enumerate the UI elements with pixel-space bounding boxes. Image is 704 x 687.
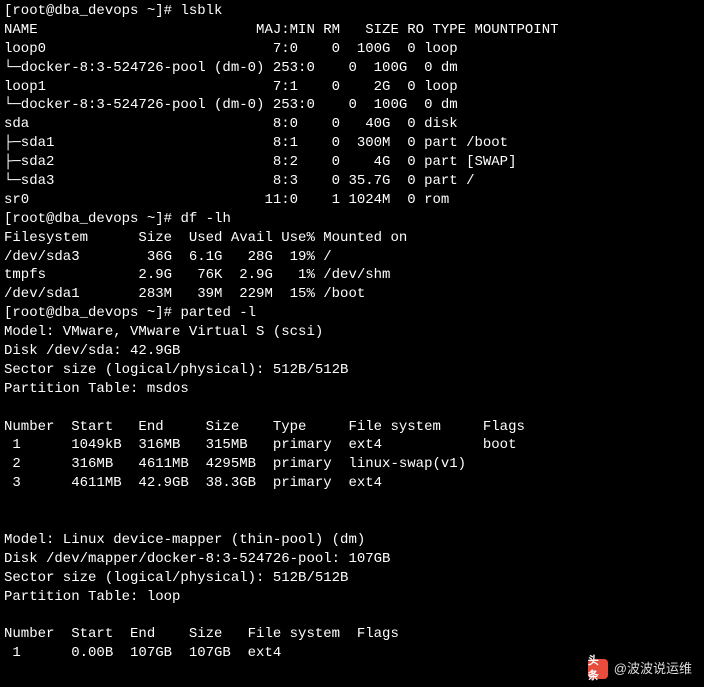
parted-model: Model: VMware, VMware Virtual S (scsi) xyxy=(4,324,323,340)
lsblk-row: └─docker-8:3-524726-pool (dm-0) 253:0 0 … xyxy=(4,97,458,113)
lsblk-row: sr0 11:0 1 1024M 0 rom xyxy=(4,192,449,208)
command-lsblk: lsblk xyxy=(180,3,222,19)
parted-ptable: Partition Table: loop xyxy=(4,589,180,605)
parted-disk: Disk /dev/sda: 42.9GB xyxy=(4,343,180,359)
command-df: df -lh xyxy=(180,211,230,227)
df-row: tmpfs 2.9G 76K 2.9G 1% /dev/shm xyxy=(4,267,390,283)
watermark-label: @波波说运维 xyxy=(614,660,692,678)
lsblk-header: NAME MAJ:MIN RM SIZE RO TYPE MOUNTPOINT xyxy=(4,22,559,38)
toutiao-logo-icon: 头条 xyxy=(588,659,608,679)
parted-row: 3 4611MB 42.9GB 38.3GB primary ext4 xyxy=(4,475,382,491)
parted-row: 2 316MB 4611MB 4295MB primary linux-swap… xyxy=(4,456,466,472)
parted-row: 1 1049kB 316MB 315MB primary ext4 boot xyxy=(4,437,516,453)
lsblk-row: loop1 7:1 0 2G 0 loop xyxy=(4,79,458,95)
prompt: [root@dba_devops ~]# xyxy=(4,211,180,227)
terminal-output[interactable]: [root@dba_devops ~]# lsblk NAME MAJ:MIN … xyxy=(4,2,700,663)
parted-sector: Sector size (logical/physical): 512B/512… xyxy=(4,570,348,586)
command-parted: parted -l xyxy=(180,305,256,321)
lsblk-row: ├─sda2 8:2 0 4G 0 part [SWAP] xyxy=(4,154,516,170)
prompt: [root@dba_devops ~]# xyxy=(4,3,180,19)
parted-header: Number Start End Size Type File system F… xyxy=(4,419,525,435)
parted-header: Number Start End Size File system Flags xyxy=(4,626,399,642)
lsblk-row: loop0 7:0 0 100G 0 loop xyxy=(4,41,458,57)
lsblk-row: └─sda3 8:3 0 35.7G 0 part / xyxy=(4,173,474,189)
parted-model: Model: Linux device-mapper (thin-pool) (… xyxy=(4,532,365,548)
df-row: /dev/sda1 283M 39M 229M 15% /boot xyxy=(4,286,365,302)
prompt: [root@dba_devops ~]# xyxy=(4,305,180,321)
parted-ptable: Partition Table: msdos xyxy=(4,381,189,397)
parted-row: 1 0.00B 107GB 107GB ext4 xyxy=(4,645,281,661)
parted-sector: Sector size (logical/physical): 512B/512… xyxy=(4,362,348,378)
lsblk-row: └─docker-8:3-524726-pool (dm-0) 253:0 0 … xyxy=(4,60,458,76)
parted-disk: Disk /dev/mapper/docker-8:3-524726-pool:… xyxy=(4,551,390,567)
watermark: 头条 @波波说运维 xyxy=(588,659,692,679)
df-row: /dev/sda3 36G 6.1G 28G 19% / xyxy=(4,249,332,265)
lsblk-row: sda 8:0 0 40G 0 disk xyxy=(4,116,458,132)
lsblk-row: ├─sda1 8:1 0 300M 0 part /boot xyxy=(4,135,508,151)
df-header: Filesystem Size Used Avail Use% Mounted … xyxy=(4,230,407,246)
